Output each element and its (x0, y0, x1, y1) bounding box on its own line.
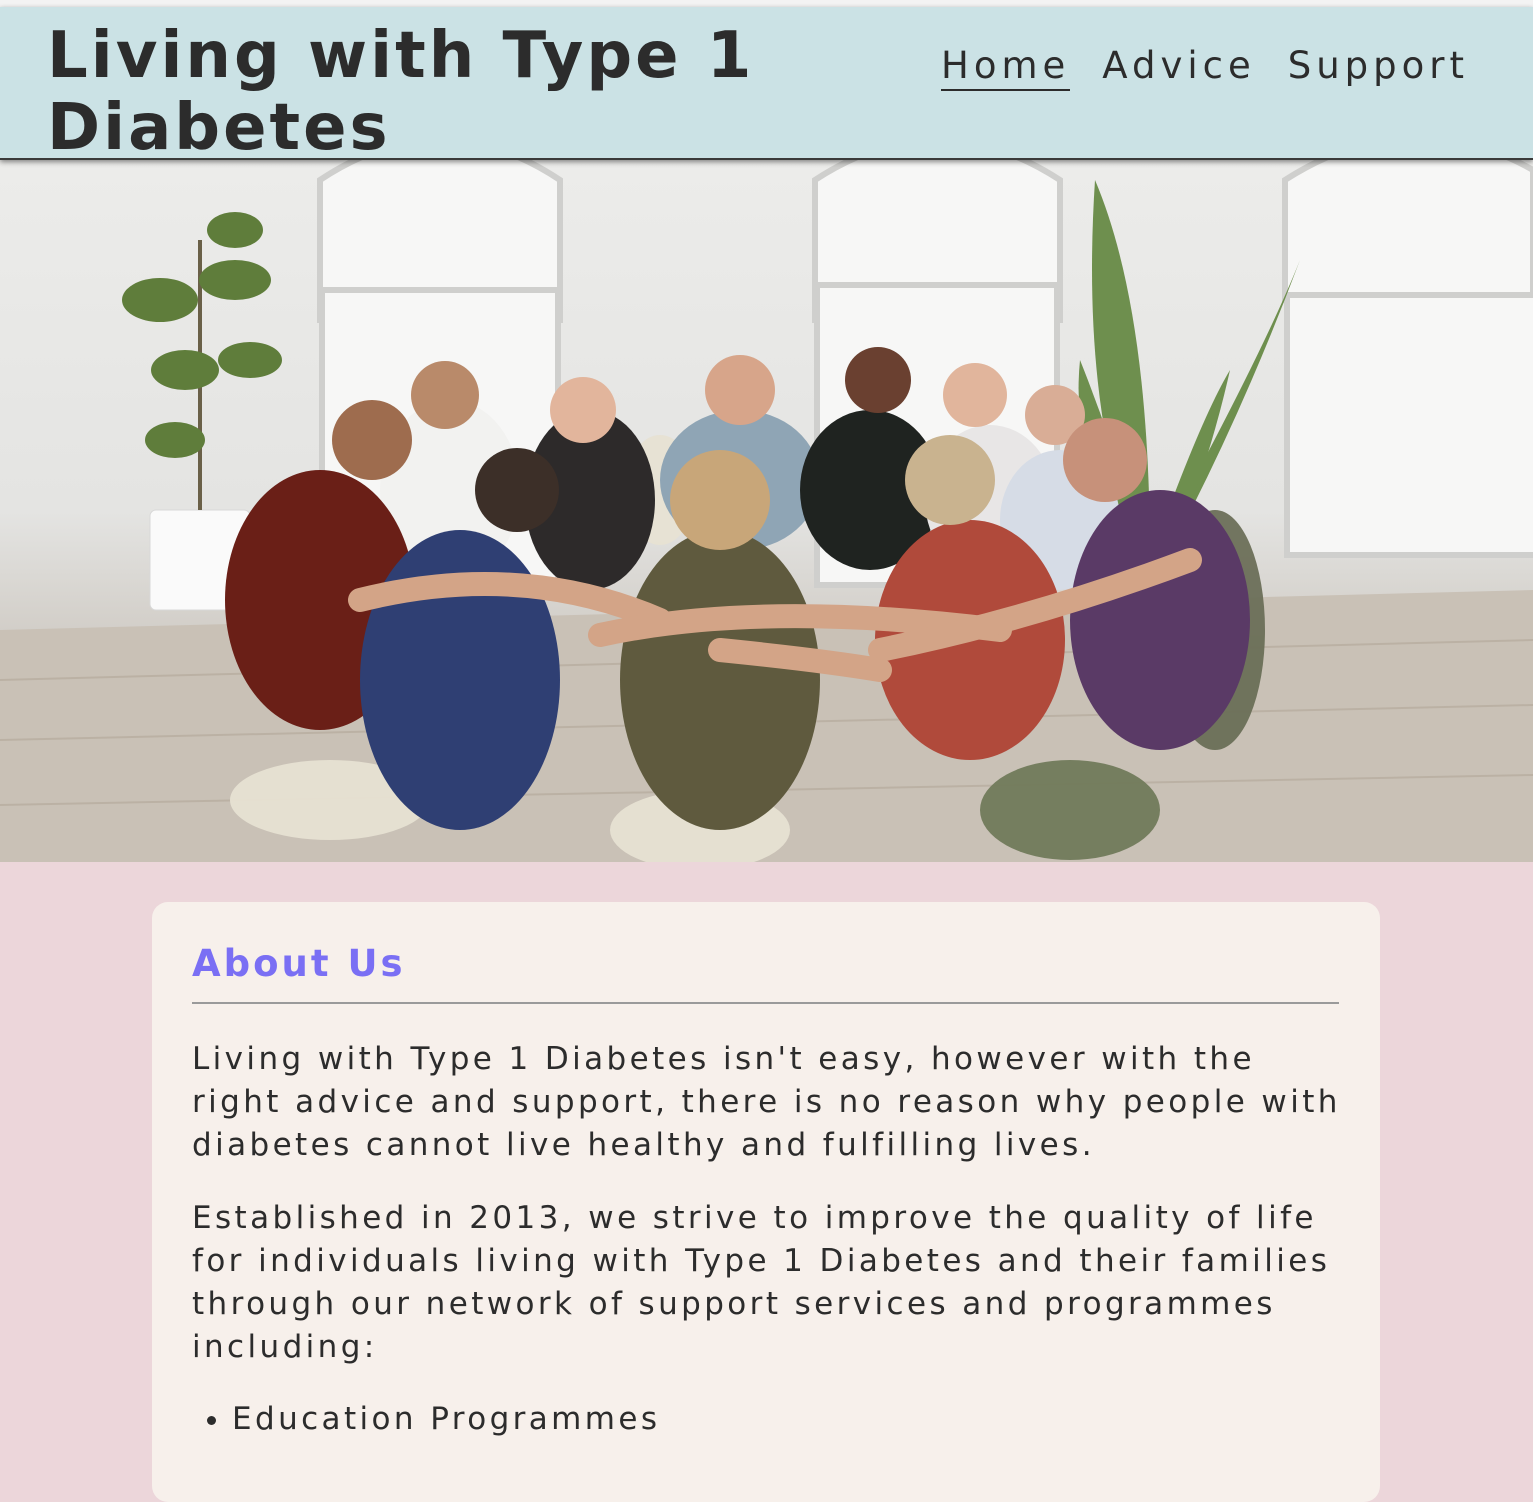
nav-link-home[interactable]: Home (941, 45, 1071, 91)
window-right (1282, 160, 1533, 558)
main-nav: Home Advice Support (941, 45, 1469, 91)
about-heading: About Us (192, 942, 406, 985)
services-list: Education Programmes (192, 1398, 660, 1441)
heading-divider (192, 1002, 1339, 1004)
top-strip (0, 0, 1533, 7)
nav-link-advice[interactable]: Advice (1102, 45, 1255, 91)
about-paragraph-2: Established in 2013, we strive to improv… (192, 1200, 1331, 1365)
group-support-photo (0, 160, 1533, 862)
about-paragraph-1: Living with Type 1 Diabetes isn't easy, … (192, 1041, 1341, 1163)
nav-link-support[interactable]: Support (1288, 45, 1469, 91)
list-item: Education Programmes (232, 1398, 660, 1441)
site-header: Living with Type 1 Diabetes Home Advice … (0, 7, 1533, 164)
site-title: Living with Type 1 Diabetes (47, 19, 755, 165)
hero-image (0, 160, 1533, 862)
about-card: About Us Living with Type 1 Diabetes isn… (152, 902, 1380, 1502)
